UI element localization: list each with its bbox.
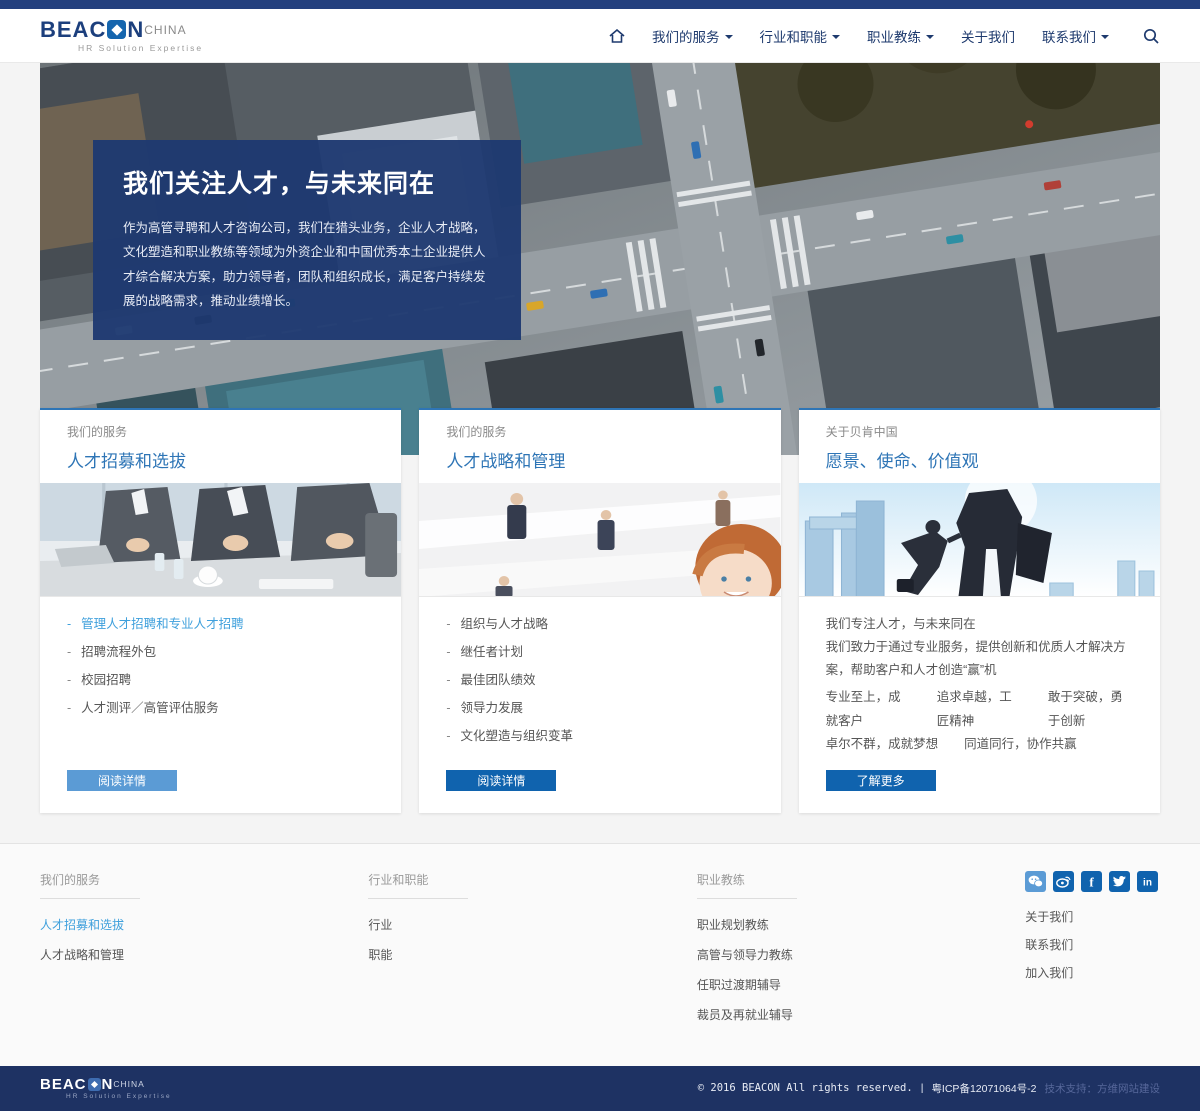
linkedin-icon[interactable]: in — [1137, 871, 1158, 892]
learn-more-button[interactable]: 了解更多 — [826, 770, 936, 791]
footer-right-block: f in 关于我们 联系我们 加入我们 — [1025, 871, 1160, 1036]
list-item[interactable]: -人才测评／高管评估服务 — [67, 697, 374, 716]
footer-link[interactable]: 任职过渡期辅导 — [697, 976, 1025, 993]
chevron-down-icon — [1101, 35, 1109, 39]
svg-text:in: in — [1143, 877, 1152, 888]
list-item[interactable]: -继任者计划 — [446, 641, 753, 660]
list-item[interactable]: -组织与人才战略 — [446, 613, 753, 632]
social-icons: f in — [1025, 871, 1160, 892]
read-more-button[interactable]: 阅读详情 — [446, 770, 556, 791]
feature-cards-row: 我们的服务 人才招募和选拔 — [40, 408, 1160, 813]
hero-title: 我们关注人才，与未来同在 — [123, 164, 491, 200]
top-accent-bar — [0, 0, 1200, 9]
footer-col-services: 我们的服务 人才招募和选拔 人才战略和管理 — [40, 871, 368, 1036]
footer-link[interactable]: 行业 — [368, 916, 696, 933]
separator: | — [921, 1082, 924, 1094]
footer-link-about[interactable]: 关于我们 — [1025, 908, 1160, 925]
card-eyebrow: 关于贝肯中国 — [826, 423, 1133, 440]
list-item[interactable]: -领导力发展 — [446, 697, 753, 716]
icp-number: 粤ICP备12071064号-2 — [931, 1081, 1036, 1096]
footer-heading: 我们的服务 — [40, 871, 140, 899]
footer-link-contact[interactable]: 联系我们 — [1025, 936, 1160, 953]
list-item[interactable]: -招聘流程外包 — [67, 641, 374, 660]
hero-description: 作为高管寻聘和人才咨询公司，我们在猎头业务，企业人才战略，文化塑造和职业教练等领… — [123, 216, 491, 314]
logo-o-diamond-icon — [88, 1078, 101, 1091]
list-item[interactable]: -管理人才招聘和专业人才招聘 — [67, 613, 374, 632]
chevron-down-icon — [832, 35, 840, 39]
logo-text-post: N — [127, 19, 144, 41]
footer-link[interactable]: 人才战略和管理 — [40, 946, 368, 963]
logo-tagline: HR Solution Expertise — [78, 44, 203, 53]
header: BEAC N CHINA HR Solution Expertise 我们的服务… — [0, 9, 1200, 63]
search-icon[interactable] — [1142, 27, 1160, 45]
card-title-link[interactable]: 愿景、使命、价值观 — [826, 447, 1133, 472]
footer-col-industries: 行业和职能 行业 职能 — [368, 871, 696, 1036]
read-more-button[interactable]: 阅读详情 — [67, 770, 177, 791]
svg-text:f: f — [1090, 874, 1095, 889]
footer: 我们的服务 人才招募和选拔 人才战略和管理 行业和职能 行业 职能 职业教练 职… — [0, 843, 1200, 1066]
logo-o-diamond-icon — [107, 20, 126, 39]
footer-heading: 职业教练 — [697, 871, 797, 899]
footer-link[interactable]: 职能 — [368, 946, 696, 963]
card-link-list: -组织与人才战略 -继任者计划 -最佳团队绩效 -领导力发展 -文化塑造与组织变… — [446, 613, 753, 744]
list-item[interactable]: -最佳团队绩效 — [446, 669, 753, 688]
card-link-list: -管理人才招聘和专业人才招聘 -招聘流程外包 -校园招聘 -人才测评／高管评估服… — [67, 613, 374, 716]
card-image-standing-people — [419, 483, 780, 597]
footer-link[interactable]: 裁员及再就业辅导 — [697, 1006, 1025, 1023]
card-image-climbing-businessmen — [799, 483, 1160, 597]
copyright-text: © 2016 BEACON All rights reserved. — [698, 1082, 913, 1094]
footer-col-coaching: 职业教练 职业规划教练 高管与领导力教练 任职过渡期辅导 裁员及再就业辅导 — [697, 871, 1025, 1036]
about-intro-line: 我们致力于通过专业服务，提供创新和优质人才解决方案，帮助客户和人才创造“赢”机 — [826, 636, 1133, 682]
nav-item-coaching[interactable]: 职业教练 — [867, 26, 934, 46]
logo-text-pre: BEAC — [40, 19, 106, 41]
bottom-bar: BEAC N CHINA HR Solution Expertise © 201… — [0, 1066, 1200, 1111]
about-intro-line: 我们专注人才，与未来同在 — [826, 613, 1133, 636]
hero-overlay-panel: 我们关注人才，与未来同在 作为高管寻聘和人才咨询公司，我们在猎头业务，企业人才战… — [93, 140, 521, 340]
chevron-down-icon — [725, 35, 733, 39]
footer-link[interactable]: 职业规划教练 — [697, 916, 1025, 933]
footer-heading: 行业和职能 — [368, 871, 468, 899]
chevron-down-icon — [926, 35, 934, 39]
footer-link-join[interactable]: 加入我们 — [1025, 964, 1160, 981]
footer-logo: BEAC N CHINA HR Solution Expertise — [40, 1077, 172, 1101]
facebook-icon[interactable]: f — [1081, 871, 1102, 892]
card-eyebrow: 我们的服务 — [67, 423, 374, 440]
nav-item-industries[interactable]: 行业和职能 — [760, 26, 841, 46]
footer-link[interactable]: 人才招募和选拔 — [40, 916, 368, 933]
hero-banner: 我们关注人才，与未来同在 作为高管寻聘和人才咨询公司，我们在猎头业务，企业人才战… — [40, 63, 1160, 455]
tech-support-link[interactable]: 技术支持：方维网站建设 — [1045, 1081, 1161, 1096]
logo-suffix: CHINA — [144, 24, 186, 36]
weibo-icon[interactable] — [1053, 871, 1074, 892]
home-icon[interactable] — [609, 29, 625, 43]
twitter-icon[interactable] — [1109, 871, 1130, 892]
card-title-link[interactable]: 人才战略和管理 — [446, 447, 753, 472]
main-nav: 我们的服务 行业和职能 职业教练 关于我们 联系我们 — [609, 26, 1160, 46]
nav-item-contact[interactable]: 联系我们 — [1042, 26, 1109, 46]
values-row: 卓尔不群，成就梦想 同道同行，协作共赢 — [826, 733, 1133, 756]
copyright-bar: © 2016 BEACON All rights reserved. | 粤IC… — [698, 1081, 1160, 1096]
list-item[interactable]: -文化塑造与组织变革 — [446, 725, 753, 744]
values-row: 专业至上，成就客户 追求卓越，工匠精神 敢于突破，勇于创新 — [826, 686, 1133, 732]
card-about-beacon: 关于贝肯中国 愿景、使命、价值观 — [799, 408, 1160, 813]
card-eyebrow: 我们的服务 — [446, 423, 753, 440]
wechat-icon[interactable] — [1025, 871, 1046, 892]
footer-link[interactable]: 高管与领导力教练 — [697, 946, 1025, 963]
nav-item-about[interactable]: 关于我们 — [961, 26, 1015, 46]
card-image-business-meeting — [40, 483, 401, 597]
logo[interactable]: BEAC N CHINA HR Solution Expertise — [40, 19, 203, 53]
card-recruitment: 我们的服务 人才招募和选拔 — [40, 408, 401, 813]
card-title-link[interactable]: 人才招募和选拔 — [67, 447, 374, 472]
list-item[interactable]: -校园招聘 — [67, 669, 374, 688]
card-talent-strategy: 我们的服务 人才战略和管理 — [419, 408, 780, 813]
nav-item-services[interactable]: 我们的服务 — [652, 26, 733, 46]
